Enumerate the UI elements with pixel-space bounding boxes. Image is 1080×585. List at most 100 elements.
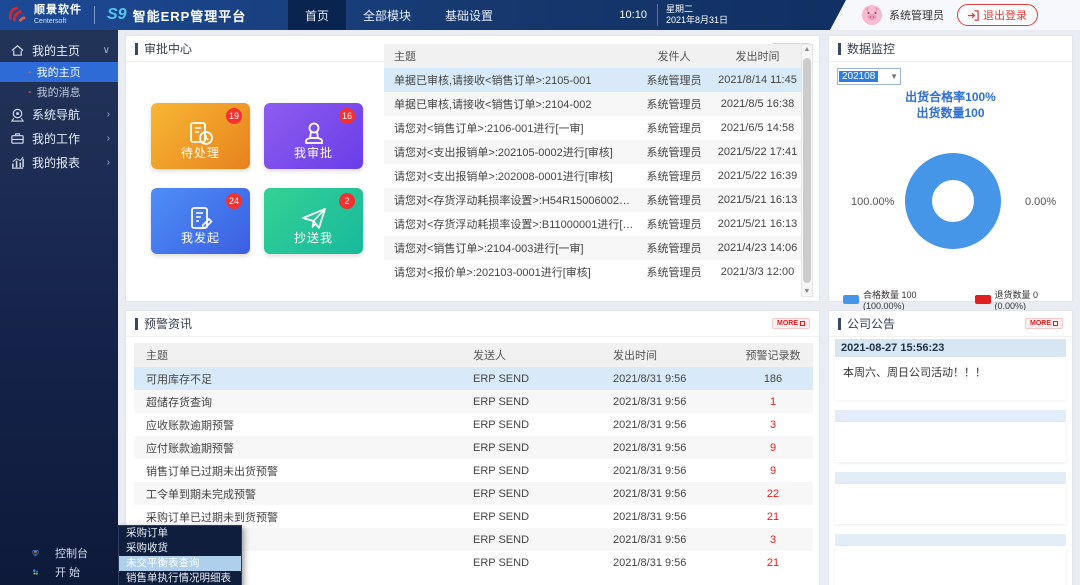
data-monitor-title: 数据监控 (838, 40, 895, 57)
sidebar-item[interactable]: 我的工作› (0, 126, 118, 150)
announcement-date[interactable]: 2021-08-27 15:56:23 (835, 339, 1066, 357)
alert-row[interactable]: 可用库存不足ERP SEND2021/8/31 9:56186 (134, 367, 813, 390)
donut-right-label: 0.00% (1025, 196, 1056, 208)
sidebar-item-label: 我的报表 (32, 154, 80, 171)
approval-row[interactable]: 请您对<存货浮动耗损率设置>:B11000001进行[审核]系统管理员2021/… (384, 212, 801, 236)
menu-item[interactable]: 未交平衡表查询 (119, 556, 241, 571)
approval-subject: 请您对<支出报销单>:202008-0001进行[审核] (384, 168, 634, 184)
announcement-empty-bar (835, 410, 1066, 422)
col-count-header: 预警记录数 (733, 347, 813, 363)
taskbar-item[interactable]: 控制台 (0, 543, 118, 562)
logout-button[interactable]: 退出登录 (957, 4, 1038, 26)
approval-tile[interactable]: 我发起24 (151, 188, 250, 254)
approval-tile[interactable]: 我审批16 (264, 103, 363, 169)
alert-subject: 应收账款逾期预警 (134, 417, 473, 433)
legend-label: 退货数量 0 (0.00%) (995, 288, 1073, 311)
sidebar-subitem[interactable]: -我的主页 (0, 62, 118, 82)
top-nav-tab[interactable]: 首页 (288, 0, 346, 30)
sidebar-item[interactable]: 我的报表› (0, 150, 118, 174)
sidebar: 我的主页∨-我的主页-我的消息系统导航›我的工作›我的报表› 控制台开 始 (0, 30, 118, 585)
user-area: 系统管理员 退出登录 (830, 0, 1080, 30)
product-logo: S9 (107, 6, 127, 24)
approval-center-title: 审批中心 (135, 40, 192, 57)
alert-time: 2021/8/31 9:56 (613, 534, 733, 546)
alert-row[interactable]: 销售订单已过期未出货预警ERP SEND2021/8/31 9:569 (134, 459, 813, 482)
approval-sender: 系统管理员 (634, 168, 714, 184)
top-nav-tab[interactable]: 基础设置 (428, 0, 510, 30)
alert-subject: 应付账款逾期预警 (134, 440, 473, 456)
scrollbar-thumb[interactable] (803, 58, 811, 283)
ship-qty-headline: 出货数量100 (829, 104, 1072, 121)
legend-item: 退货数量 0 (0.00%) (975, 288, 1073, 311)
centersoft-logo-icon (6, 4, 28, 26)
approval-tile[interactable]: 待处理19 (151, 103, 250, 169)
data-monitor-panel: 数据监控 202108 ▼ 出货合格率100% 出货数量100 100.00% … (828, 35, 1073, 302)
sidebar-item[interactable]: 系统导航› (0, 102, 118, 126)
top-nav-tab[interactable]: 全部模块 (346, 0, 428, 30)
scroll-up-icon[interactable]: ▲ (802, 46, 812, 53)
sidebar-item[interactable]: 我的主页∨ (0, 38, 118, 62)
alert-count: 9 (733, 465, 813, 477)
approval-subject: 请您对<销售订单>:2106-001进行[一审] (384, 120, 634, 136)
approval-row[interactable]: 单据已审核,请接收<销售订单>:2105-001系统管理员2021/8/14 1… (384, 68, 801, 92)
scroll-down-icon[interactable]: ▼ (802, 288, 812, 295)
alert-row[interactable]: 工令单到期未完成预警ERP SEND2021/8/31 9:5622 (134, 482, 813, 505)
topbar: 顺景软件 Centersoft S9 智能ERP管理平台 首页全部模块基础设置 … (0, 0, 1080, 30)
alert-row[interactable]: 超储存货查询ERP SEND2021/8/31 9:561 (134, 390, 813, 413)
alert-sender: ERP SEND (473, 511, 613, 523)
approval-subject: 请您对<存货浮动耗损率设置>:H54R15006002进行[审核] (384, 192, 634, 208)
approval-subject: 请您对<报价单>:202103-0001进行[审核] (384, 264, 634, 280)
alert-sender: ERP SEND (473, 442, 613, 454)
approval-tile[interactable]: 抄送我2 (264, 188, 363, 254)
dash-icon: - (28, 86, 32, 98)
recent-modules-menu: 采购订单采购收货未交平衡表查询销售单执行情况明细表 (118, 525, 242, 585)
approval-time: 2021/5/22 16:39 (714, 170, 801, 182)
product-title: 智能ERP管理平台 (133, 6, 247, 25)
taskbar-item[interactable]: 开 始 (0, 562, 118, 581)
alert-row[interactable]: 应收账款逾期预警ERP SEND2021/8/31 9:563 (134, 413, 813, 436)
menu-item[interactable]: 销售单执行情况明细表 (119, 571, 241, 585)
legend-item: 合格数量 100 (100.00%) (843, 288, 961, 311)
logout-icon (968, 10, 979, 21)
period-select[interactable]: 202108 ▼ (837, 68, 901, 85)
approval-row[interactable]: 请您对<支出报销单>:202008-0001进行[审核]系统管理员2021/5/… (384, 164, 801, 188)
alert-subject: 可用库存不足 (134, 371, 473, 387)
sidebar-item-label: 系统导航 (32, 106, 80, 123)
approval-subject: 请您对<存货浮动耗损率设置>:B11000001进行[审核] (384, 216, 634, 232)
tile-count-badge: 2 (339, 193, 355, 209)
col-time-header: 发出时间 (714, 48, 801, 64)
announcements-panel: 公司公告 MORE 2021-08-27 15:56:23本周六、周日公司活动！… (828, 310, 1073, 585)
menu-item[interactable]: 采购收货 (119, 541, 241, 556)
alerts-title: 预警资讯 (135, 315, 192, 332)
approval-row[interactable]: 请您对<销售订单>:2104-003进行[一审]系统管理员2021/4/23 1… (384, 236, 801, 260)
approval-subject: 单据已审核,请接收<销售订单>:2105-001 (384, 72, 634, 88)
approval-row[interactable]: 请您对<存货浮动耗损率设置>:H54R15006002进行[审核]系统管理员20… (384, 188, 801, 212)
announcements-more-link[interactable]: MORE (1025, 318, 1063, 329)
avatar[interactable] (862, 5, 882, 25)
menu-item[interactable]: 采购订单 (119, 526, 241, 541)
compass-icon (10, 107, 25, 122)
approval-row[interactable]: 请您对<销售订单>:2106-001进行[一审]系统管理员2021/6/5 14… (384, 116, 801, 140)
col-sender-header: 发送人 (473, 347, 613, 363)
approval-row[interactable]: 请您对<报价单>:202103-0001进行[审核]系统管理员2021/3/3 … (384, 260, 801, 284)
approval-row[interactable]: 单据已审核,请接收<销售订单>:2104-002系统管理员2021/8/5 16… (384, 92, 801, 116)
alert-sender: ERP SEND (473, 465, 613, 477)
alert-sender: ERP SEND (473, 488, 613, 500)
alerts-more-link[interactable]: MORE (772, 318, 810, 329)
alert-sender: ERP SEND (473, 557, 613, 569)
alert-row[interactable]: 应付账款逾期预警ERP SEND2021/8/31 9:569 (134, 436, 813, 459)
announcements-title: 公司公告 (838, 315, 895, 332)
tile-count-badge: 19 (226, 108, 242, 124)
approval-row[interactable]: 请您对<支出报销单>:202105-0002进行[审核]系统管理员2021/5/… (384, 140, 801, 164)
legend-swatch (843, 295, 859, 304)
alert-count: 9 (733, 442, 813, 454)
announcement-empty-slot (835, 422, 1066, 462)
dash-icon: - (28, 66, 32, 78)
alert-time: 2021/8/31 9:56 (613, 511, 733, 523)
start-icon (32, 565, 47, 579)
approval-scrollbar[interactable]: ▲ ▼ (801, 44, 813, 297)
sidebar-subitem-label: 我的主页 (37, 64, 81, 80)
approval-sender: 系统管理员 (634, 216, 714, 232)
sidebar-subitem[interactable]: -我的消息 (0, 82, 118, 102)
alert-count: 21 (733, 557, 813, 569)
